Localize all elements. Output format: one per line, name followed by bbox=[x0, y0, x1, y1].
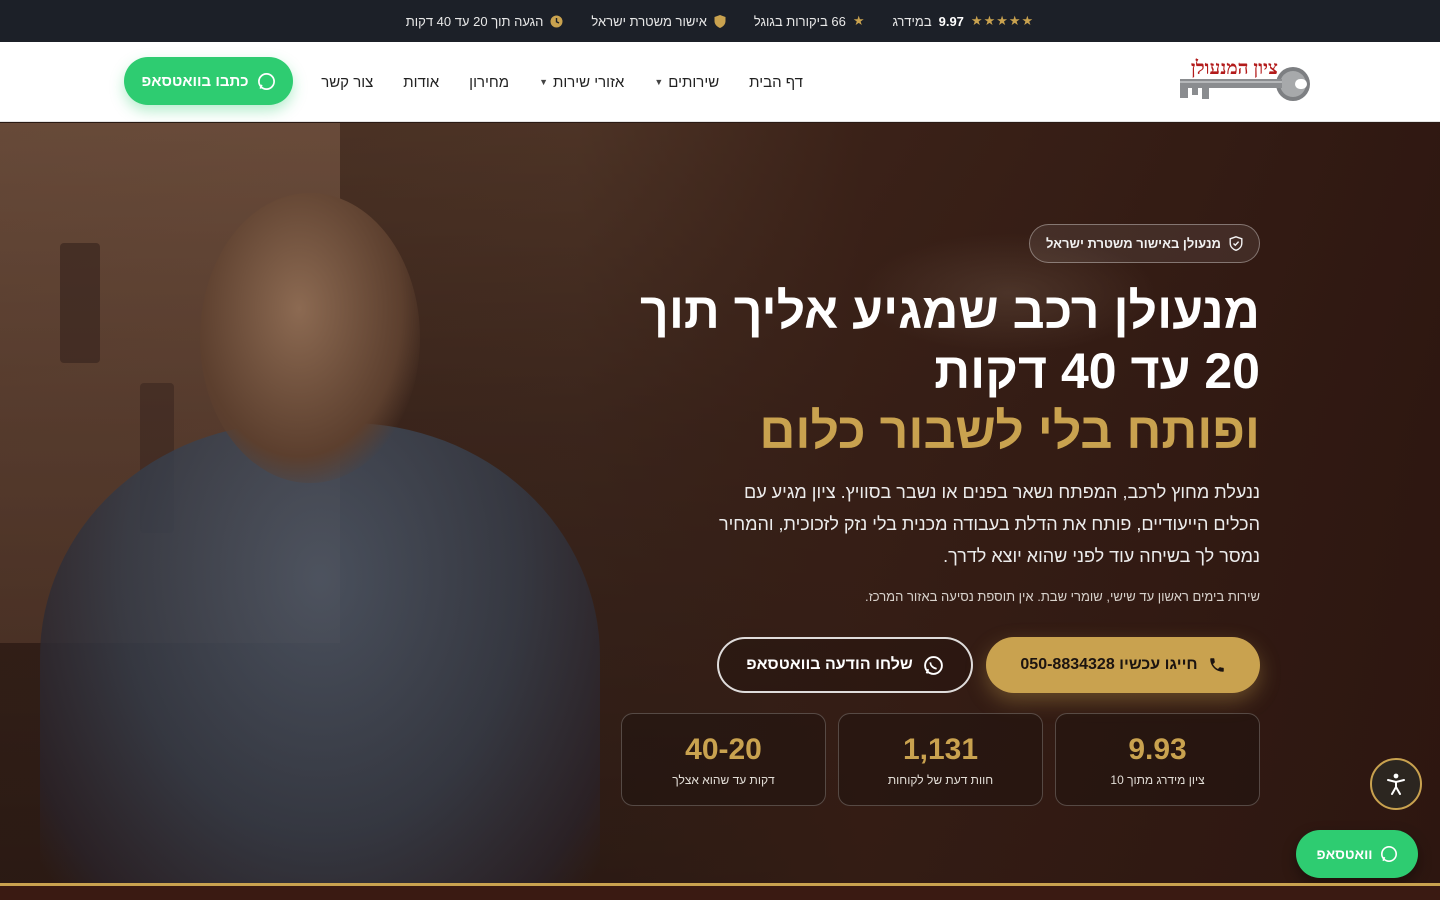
badge-text: מנעולן באישור משטרת ישראל bbox=[1045, 236, 1221, 251]
topbar-police: אישור משטרת ישראל bbox=[591, 14, 726, 29]
stat-value: 1,131 bbox=[902, 732, 979, 766]
stat-label: דקות עד שהוא אצלך bbox=[672, 772, 775, 787]
topbar-reviews: ★ 66 ביקורות בגוגל bbox=[754, 13, 865, 29]
nav-about-label: אודות bbox=[403, 73, 440, 91]
top-info-bar: ★★★★★ 9.97 במידרג ★ 66 ביקורות בגוגל איש… bbox=[0, 0, 1440, 42]
hero-title-line2: 20 עד 40 דקות bbox=[934, 343, 1260, 399]
nav-services-label: שירותים bbox=[668, 73, 720, 91]
star-icon: ★ bbox=[852, 13, 865, 28]
clock-icon bbox=[550, 15, 563, 28]
nav-pricing-label: מחירון bbox=[469, 73, 510, 91]
send-whatsapp-button[interactable]: שלחו הודעה בוואטסאפ bbox=[717, 637, 973, 693]
nav-service-areas-label: אזורי שירות bbox=[552, 73, 625, 91]
floating-whatsapp-button[interactable]: וואטסאפ bbox=[1296, 830, 1418, 878]
hero-service-note: שירות בימים ראשון עד שישי, שומרי שבת. אי… bbox=[864, 589, 1260, 604]
nav-home-label: דף הבית bbox=[749, 73, 803, 91]
shield-icon bbox=[714, 14, 726, 28]
whatsapp-icon bbox=[257, 72, 276, 91]
nav-service-areas[interactable]: אזורי שירות ▼ bbox=[539, 74, 624, 91]
next-section-edge bbox=[0, 886, 1440, 900]
police-approval-badge: מנעולן באישור משטרת ישראל bbox=[1028, 224, 1260, 263]
header-whatsapp-button[interactable]: כתבו בוואטסאפ bbox=[124, 57, 293, 105]
hero-title-line1: מנעולן רכב שמגיע אליך תוך bbox=[640, 283, 1260, 339]
stat-value: 40-20 bbox=[685, 732, 762, 766]
shield-check-icon bbox=[1229, 236, 1243, 251]
stat-card: 40-20 דקות עד שהוא אצלך bbox=[621, 713, 826, 806]
hero-title: מנעולן רכב שמגיע אליך תוך 20 עד 40 דקות … bbox=[540, 281, 1260, 461]
chevron-down-icon: ▼ bbox=[654, 77, 664, 87]
stat-label: חוות דעת של לקוחות bbox=[887, 772, 994, 787]
topbar-arrival: הגעה תוך 20 עד 40 דקות bbox=[406, 14, 564, 29]
nav-services[interactable]: שירותים ▼ bbox=[654, 74, 719, 91]
stat-card: 9.93 ציון מידרג מתוך 10 bbox=[1055, 713, 1260, 806]
topbar-rating: ★★★★★ 9.97 במידרג bbox=[893, 13, 1035, 29]
call-now-button[interactable]: חייגו עכשיו 050-8834328 bbox=[986, 637, 1260, 693]
rating-score: 9.97 bbox=[938, 13, 964, 29]
site-logo[interactable]: ציון המנעולן bbox=[1176, 58, 1312, 106]
phone-icon bbox=[1208, 656, 1226, 674]
rating-label: במידרג bbox=[892, 13, 932, 29]
nav-pricing[interactable]: מחירון bbox=[469, 74, 509, 91]
hero-bg-person-body bbox=[40, 423, 600, 883]
rating-stars-icon: ★★★★★ bbox=[970, 13, 1035, 28]
whatsapp-icon bbox=[1380, 845, 1398, 863]
key-logo-icon bbox=[1180, 67, 1310, 101]
accessibility-icon bbox=[1383, 771, 1409, 797]
nav-contact[interactable]: צור קשר bbox=[321, 74, 373, 91]
police-text: אישור משטרת ישראל bbox=[591, 13, 707, 29]
hero-section: מנעולן באישור משטרת ישראל מנעולן רכב שמג… bbox=[0, 123, 1440, 883]
site-header: ציון המנעולן דף הבית שירותים ▼ אזורי שירו… bbox=[0, 42, 1440, 122]
stat-label: ציון מידרג מתוך 10 bbox=[1110, 772, 1205, 787]
arrival-text: הגעה תוך 20 עד 40 דקות bbox=[405, 13, 544, 29]
nav-contact-label: צור קשר bbox=[321, 73, 374, 91]
send-whatsapp-label: שלחו הודעה בוואטסאפ bbox=[746, 656, 913, 673]
nav-about[interactable]: אודות bbox=[403, 74, 439, 91]
stat-value: 9.93 bbox=[1128, 732, 1187, 766]
call-now-label: חייגו עכשיו 050-8834328 bbox=[1020, 656, 1198, 673]
nav-home[interactable]: דף הבית bbox=[749, 74, 803, 91]
whatsapp-icon bbox=[923, 655, 944, 676]
hero-bg-person-head bbox=[200, 193, 420, 483]
floating-whatsapp-label: וואטסאפ bbox=[1316, 846, 1373, 862]
main-nav: דף הבית שירותים ▼ אזורי שירות ▼ מחירון אוד… bbox=[321, 42, 803, 122]
hero-title-line3: ופותח בלי לשבור כלום bbox=[759, 403, 1260, 459]
header-whatsapp-label: כתבו בוואטסאפ bbox=[141, 72, 249, 90]
reviews-text: 66 ביקורות בגוגל bbox=[753, 13, 846, 29]
stat-card: 1,131 חוות דעת של לקוחות bbox=[838, 713, 1043, 806]
hero-bg-window bbox=[60, 243, 100, 363]
chevron-down-icon: ▼ bbox=[539, 77, 548, 87]
accessibility-button[interactable] bbox=[1370, 758, 1422, 810]
hero-lead: ננעלת מחוץ לרכב, המפתח נשאר בפנים או נשב… bbox=[718, 482, 1260, 566]
stats-row: 9.93 ציון מידרג מתוך 10 1,131 חוות דעת ש… bbox=[621, 713, 1260, 806]
